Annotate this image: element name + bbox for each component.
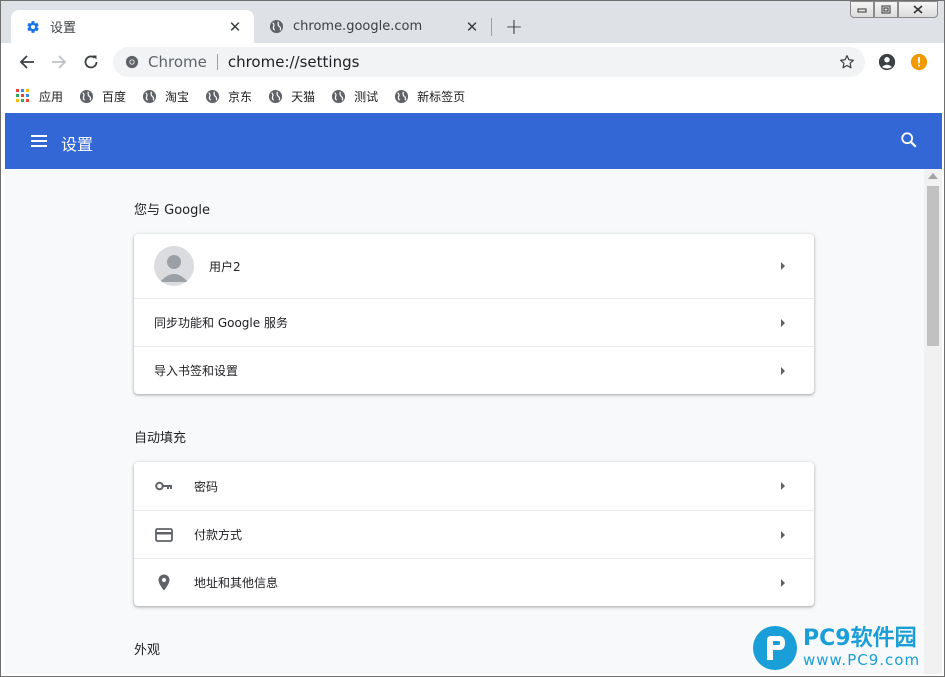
bookmark-taobao[interactable]: 淘宝 [141,88,189,105]
row-label: 密码 [194,479,219,494]
close-window-button[interactable] [898,1,938,18]
tab-title: 设置 [50,21,77,36]
profile-button[interactable] [873,48,901,76]
window-controls [850,1,938,18]
close-tab-icon[interactable]: ✕ [463,18,481,36]
bookmark-label: 京东 [228,89,253,104]
globe-icon [78,88,94,104]
chevron-right-icon [776,364,790,378]
minimize-button[interactable] [850,1,874,18]
bookmark-label: 测试 [354,89,379,104]
back-arrow-icon [19,55,34,69]
chevron-right-icon [776,259,790,273]
bookmark-label: 天猫 [291,89,316,104]
page-title: 设置 [61,135,94,154]
globe-icon [393,88,409,104]
key-icon [154,476,174,496]
warning-icon [910,53,928,71]
forward-arrow-icon [52,55,67,69]
bookmark-label: 应用 [39,89,64,104]
search-icon[interactable] [900,131,920,151]
page-scrollbar[interactable] [924,169,942,674]
reload-button[interactable] [77,48,105,76]
row-label: 付款方式 [194,528,243,542]
globe-icon [267,88,283,104]
maximize-button[interactable] [874,1,898,18]
apps-grid-icon [15,88,31,104]
globe-icon [268,19,284,35]
scroll-up-arrow-icon[interactable] [928,173,938,179]
row-import-bookmarks[interactable]: 导入书签和设置 [134,346,814,394]
tab-title: chrome.google.com [293,19,423,34]
chevron-right-icon [776,316,790,330]
bookmark-test[interactable]: 测试 [330,88,378,105]
section-title-autofill: 自动填充 [134,431,187,446]
row-label: 用户2 [209,259,241,274]
browser-window: 设置 ✕ chrome.google.com ✕ + Chrome chrome… [0,0,945,677]
close-tab-icon[interactable]: ✕ [226,18,244,36]
row-payment-methods[interactable]: 付款方式 [134,510,814,558]
bookmark-apps[interactable]: 应用 [15,88,63,105]
watermark-text: PC9软件园 www.PC9.com [803,626,921,670]
row-sync-services[interactable]: 同步功能和 Google 服务 [134,298,814,346]
account-circle-icon [878,53,896,71]
address-bar[interactable]: Chrome chrome://settings [113,47,865,77]
section-title-appearance: 外观 [134,643,161,658]
bookmark-label: 新标签页 [417,89,466,104]
reload-icon [84,55,98,69]
bookmark-label: 百度 [102,89,127,104]
watermark-logo-icon [753,626,797,670]
tab-separator [491,18,492,36]
row-addresses[interactable]: 地址和其他信息 [134,558,814,606]
origin-chip: Chrome [148,53,207,71]
tab-chrome-google[interactable]: chrome.google.com ✕ [254,10,491,43]
back-button[interactable] [13,48,41,76]
card-you-and-google: 用户2 同步功能和 Google 服务 导入书签和设置 [134,234,814,394]
hamburger-menu-icon[interactable] [29,131,49,151]
chevron-right-icon [776,576,790,590]
chrome-page-icon [124,54,140,70]
tab-strip: 设置 ✕ chrome.google.com ✕ + [1,1,944,43]
new-tab-button[interactable]: + [501,15,527,40]
bookmark-new-tab[interactable]: 新标签页 [393,88,465,105]
globe-icon [141,88,157,104]
bookmark-star-icon[interactable] [833,48,861,76]
omnibox-divider [216,54,218,70]
row-label: 地址和其他信息 [194,576,279,590]
location-pin-icon [154,573,174,593]
bookmark-jd[interactable]: 京东 [204,88,252,105]
settings-content: 您与 Google 用户2 同步功能和 Google 服务 导入书签和设置 自动… [5,169,924,674]
bookmark-baidu[interactable]: 百度 [78,88,126,105]
gear-icon [25,19,41,35]
bookmark-label: 淘宝 [165,89,190,104]
update-menu-button[interactable] [905,48,933,76]
url-text[interactable]: chrome://settings [228,53,833,71]
watermark-brand: PC9软件园 [803,626,917,651]
bookmark-tmall[interactable]: 天猫 [267,88,315,105]
section-title-you-and-google: 您与 Google [134,203,210,218]
globe-icon [204,88,220,104]
row-label: 导入书签和设置 [154,364,239,378]
scroll-thumb[interactable] [927,186,939,346]
credit-card-icon [154,525,174,545]
toolbar: Chrome chrome://settings [1,43,944,81]
watermark-url: www.PC9.com [803,651,921,669]
chevron-right-icon [776,479,790,493]
globe-icon [330,88,346,104]
tab-settings[interactable]: 设置 ✕ [11,10,254,43]
chevron-right-icon [776,528,790,542]
card-autofill: 密码 付款方式 地址和其他信息 [134,462,814,606]
avatar [154,246,194,286]
row-label: 同步功能和 Google 服务 [154,316,288,330]
row-user-profile[interactable]: 用户2 [134,234,814,298]
settings-header: 设置 [5,113,942,169]
row-passwords[interactable]: 密码 [134,462,814,510]
bookmarks-bar: 应用 百度 淘宝 京东 天猫 测试 新标签页 [1,81,944,111]
forward-button[interactable] [45,48,73,76]
watermark: PC9软件园 www.PC9.com [753,623,943,673]
